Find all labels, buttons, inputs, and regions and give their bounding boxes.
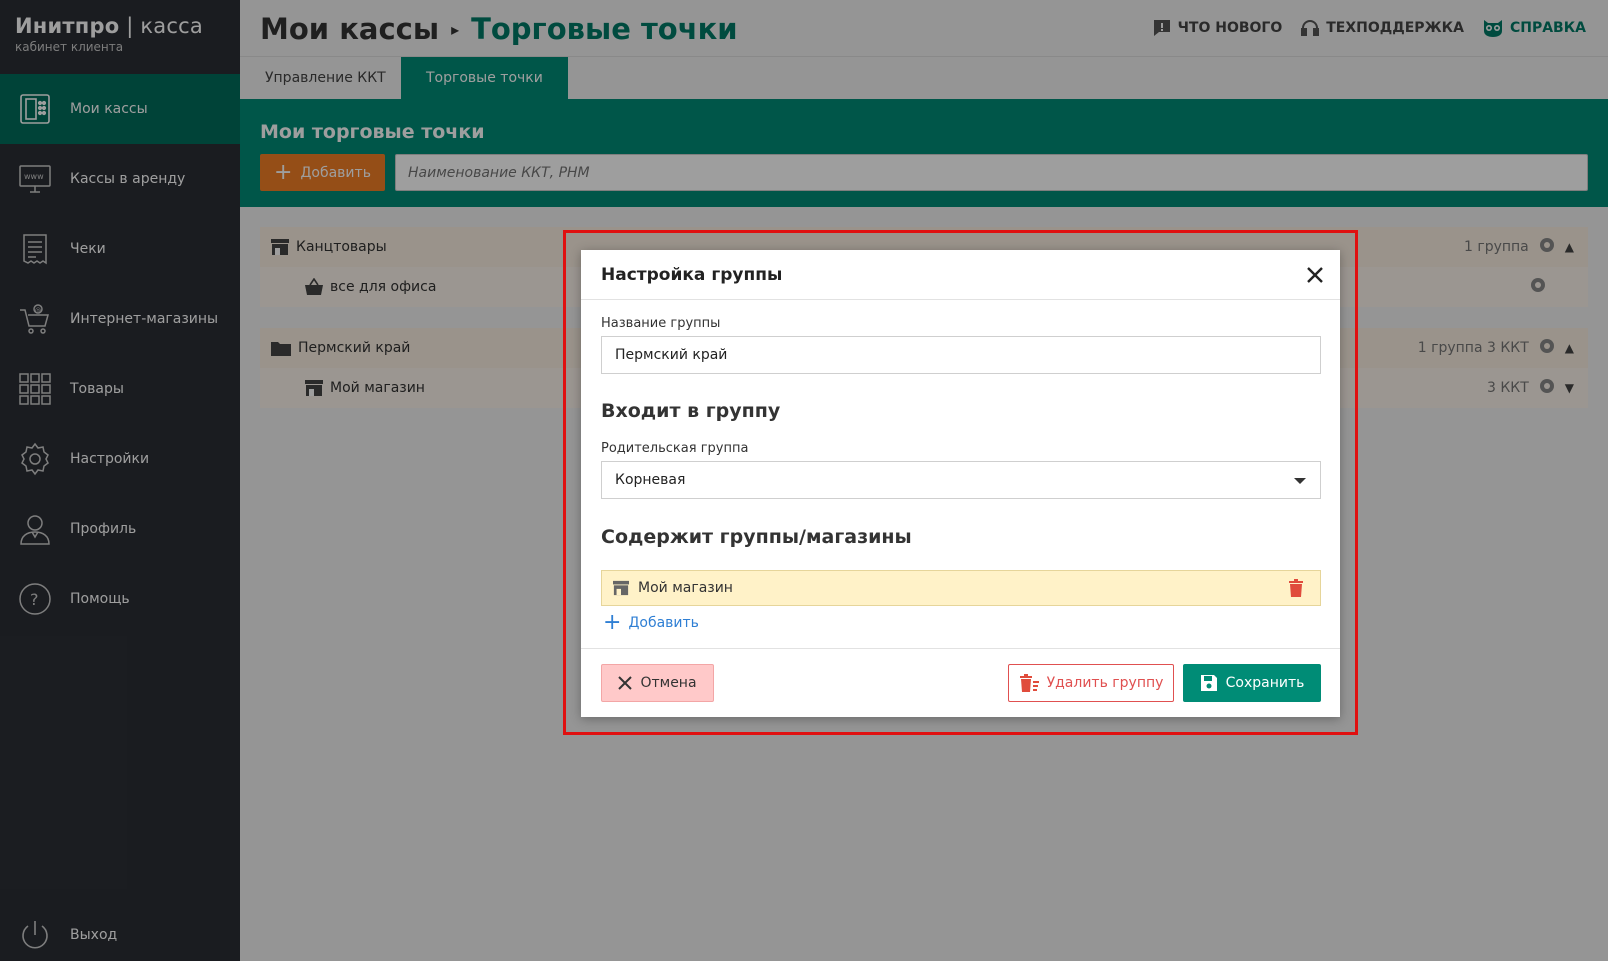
trash-icon bbox=[1019, 674, 1039, 692]
store-icon bbox=[612, 580, 630, 596]
save-label: Сохранить bbox=[1225, 675, 1305, 691]
contained-item-row: Мой магазин bbox=[601, 570, 1321, 606]
dialog-footer: Отмена Удалить группу Сохранить bbox=[581, 648, 1340, 717]
group-name-input[interactable]: Пермский край bbox=[601, 336, 1321, 374]
cancel-button[interactable]: Отмена bbox=[601, 664, 714, 702]
parent-section-title: Входит в группу bbox=[601, 400, 781, 422]
delete-group-label: Удалить группу bbox=[1046, 675, 1164, 691]
plus-icon: + bbox=[603, 610, 622, 635]
dialog-title: Настройка группы bbox=[601, 264, 783, 285]
add-item-link[interactable]: + Добавить bbox=[603, 612, 699, 634]
contained-item-name: Мой магазин bbox=[638, 580, 733, 596]
chevron-down-icon bbox=[1294, 478, 1306, 484]
trash-icon[interactable] bbox=[1288, 579, 1304, 601]
contains-section-title: Содержит группы/магазины bbox=[601, 526, 912, 548]
cancel-label: Отмена bbox=[640, 675, 697, 691]
dialog-header: Настройка группы bbox=[581, 250, 1340, 300]
parent-group-value: Корневая bbox=[615, 472, 686, 488]
parent-group-label: Родительская группа bbox=[601, 441, 749, 456]
add-item-label: Добавить bbox=[628, 615, 699, 631]
parent-group-select[interactable]: Корневая bbox=[601, 461, 1321, 499]
close-icon bbox=[618, 676, 633, 690]
group-name-label: Название группы bbox=[601, 316, 721, 331]
group-settings-dialog: Настройка группы Название группы Пермски… bbox=[581, 250, 1340, 717]
delete-group-button[interactable]: Удалить группу bbox=[1008, 664, 1174, 702]
save-icon bbox=[1200, 675, 1217, 691]
save-button[interactable]: Сохранить bbox=[1183, 664, 1321, 702]
close-icon[interactable] bbox=[1304, 264, 1326, 286]
